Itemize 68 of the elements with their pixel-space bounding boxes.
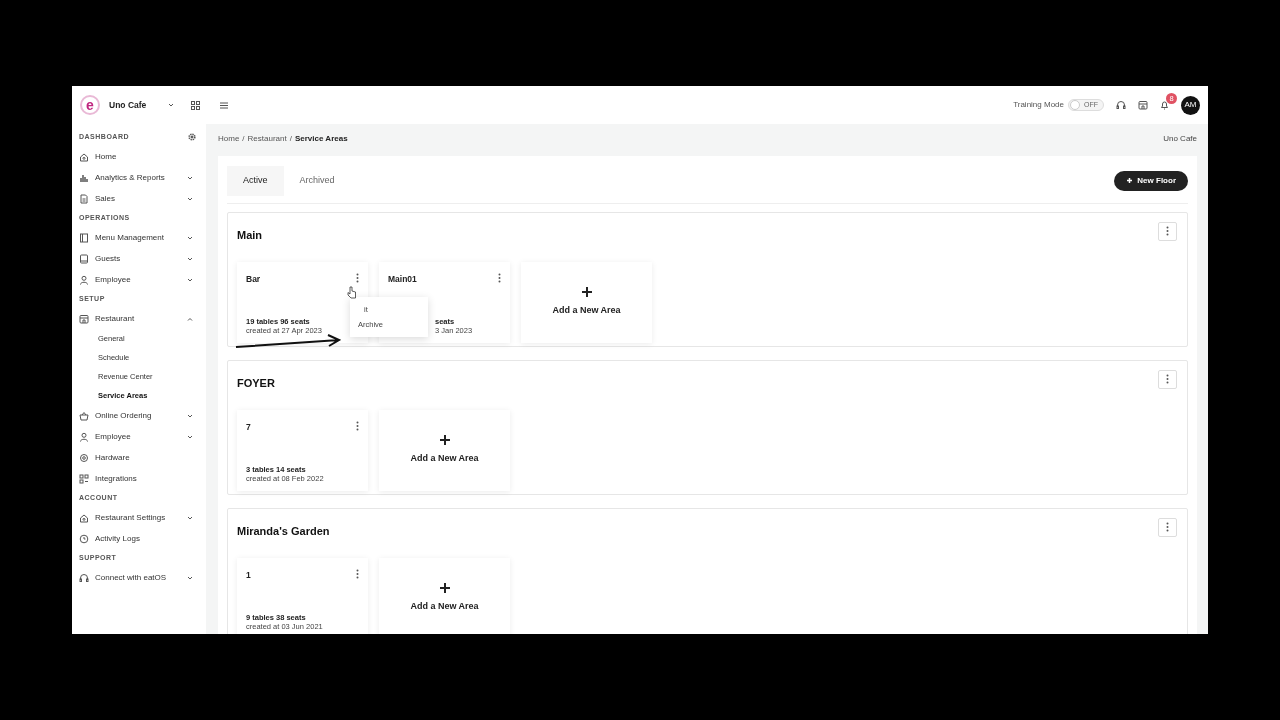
more-options-icon[interactable] bbox=[356, 568, 359, 579]
plus-icon bbox=[438, 582, 451, 595]
area-name: Bar bbox=[246, 272, 261, 286]
bell-icon[interactable] bbox=[1160, 100, 1169, 110]
guestbook-icon bbox=[79, 253, 89, 264]
bar-chart-icon bbox=[79, 172, 89, 183]
sidebar-item[interactable]: Guests bbox=[79, 248, 206, 269]
floor-title: FOYER bbox=[237, 375, 275, 391]
more-options-icon[interactable] bbox=[1166, 522, 1169, 532]
sidebar-item[interactable]: Employee bbox=[79, 269, 206, 290]
chevron-icon bbox=[168, 103, 175, 107]
plus-icon bbox=[580, 286, 593, 299]
sidebar-item[interactable]: Menu Management bbox=[79, 227, 206, 248]
menu-book-icon bbox=[79, 232, 89, 243]
tab[interactable]: Active bbox=[227, 166, 284, 196]
sidebar-item[interactable]: Employee bbox=[79, 426, 206, 447]
add-area-button[interactable]: Add a New Area bbox=[379, 557, 510, 634]
user-avatar[interactable]: AM bbox=[1181, 95, 1200, 115]
sidebar-item[interactable]: Sales bbox=[79, 188, 206, 209]
plus-icon bbox=[1126, 177, 1134, 185]
breadcrumb-separator: / bbox=[242, 132, 245, 145]
home-icon bbox=[79, 151, 89, 162]
more-options-icon[interactable] bbox=[356, 420, 359, 431]
add-area-button[interactable]: Add a New Area bbox=[379, 409, 510, 491]
store-icon bbox=[79, 313, 89, 324]
area-name: 1 bbox=[246, 568, 251, 582]
basket-icon bbox=[79, 410, 89, 421]
history-icon bbox=[79, 533, 89, 544]
logo[interactable]: e bbox=[80, 95, 100, 115]
training-mode-label: Training Mode bbox=[1013, 99, 1064, 111]
settings-icon[interactable] bbox=[188, 133, 196, 141]
sidebar-item[interactable]: Online Ordering bbox=[79, 405, 206, 426]
breadcrumb-link[interactable]: Restaurant bbox=[247, 132, 287, 145]
gear-icon bbox=[79, 452, 89, 463]
document-icon bbox=[79, 193, 89, 204]
area-name: 7 bbox=[246, 420, 251, 434]
breadcrumb-link[interactable]: Home bbox=[218, 132, 240, 145]
sidebar-item[interactable]: Activity Logs bbox=[79, 528, 206, 549]
sidebar-item[interactable]: Analytics & Reports bbox=[79, 167, 206, 188]
more-options-icon[interactable] bbox=[356, 272, 359, 283]
more-options-icon[interactable] bbox=[498, 272, 501, 283]
sidebar-item[interactable]: Restaurant bbox=[79, 308, 206, 329]
person-icon bbox=[79, 431, 89, 442]
new-floor-button[interactable]: New Floor bbox=[1114, 170, 1188, 191]
grid-icon bbox=[79, 473, 89, 484]
restaurant-label: Uno Cafe bbox=[1163, 132, 1197, 145]
sidebar-item[interactable]: Restaurant Settings bbox=[79, 507, 206, 528]
more-options-icon[interactable] bbox=[1166, 374, 1169, 384]
tab[interactable]: Archived bbox=[283, 166, 351, 196]
sidebar-item[interactable]: Home bbox=[79, 146, 206, 167]
restaurant-name[interactable]: Uno Cafe bbox=[109, 98, 147, 112]
floor-title: Miranda's Garden bbox=[237, 523, 330, 539]
breadcrumb-separator: / bbox=[289, 132, 292, 145]
headset-icon[interactable] bbox=[1116, 100, 1126, 110]
person-icon bbox=[79, 274, 89, 285]
floor-title: Main bbox=[237, 227, 263, 243]
grid-icon[interactable] bbox=[191, 100, 201, 110]
sidebar-item[interactable]: Hardware bbox=[79, 447, 206, 468]
add-area-button[interactable]: Add a New Area bbox=[521, 261, 652, 343]
menu-icon[interactable] bbox=[220, 101, 229, 109]
sidebar-item[interactable]: Connect with eatOS bbox=[79, 567, 206, 588]
settings-house-icon bbox=[79, 512, 89, 523]
plus-icon bbox=[438, 434, 451, 447]
headset-icon bbox=[79, 572, 89, 583]
sidebar-item[interactable]: Integrations bbox=[79, 468, 206, 489]
more-options-icon[interactable] bbox=[1166, 226, 1169, 236]
area-name: Main01 bbox=[388, 272, 417, 286]
store-icon[interactable] bbox=[1138, 100, 1148, 110]
